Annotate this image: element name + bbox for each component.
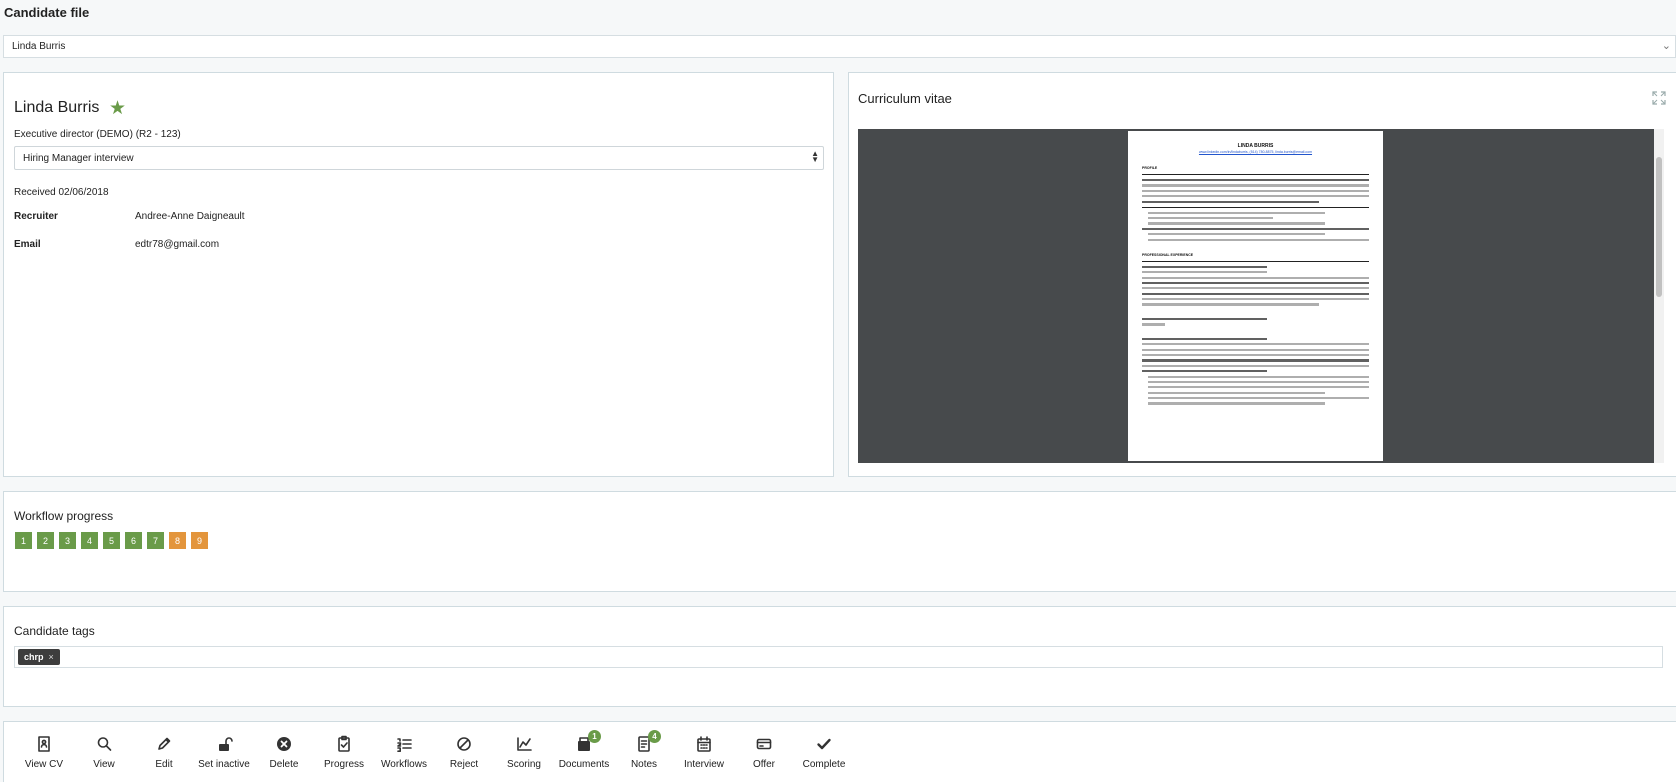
workflow-step-9[interactable]: 9: [191, 532, 208, 549]
cv-doc-name: LINDA BURRIS: [1237, 143, 1274, 149]
job-title: Executive director (DEMO) (R2 - 123): [14, 129, 181, 140]
tag-remove-icon[interactable]: ×: [49, 652, 54, 662]
chevron-down-icon: ⌄: [1661, 40, 1671, 52]
cv-icon: [38, 736, 50, 752]
tag-label: chrp: [24, 652, 44, 662]
search-icon: [97, 737, 112, 751]
tags-panel: Candidate tags chrp ×: [3, 606, 1676, 707]
offer-button[interactable]: Offer: [732, 722, 796, 782]
workflow-step-2[interactable]: 2: [37, 532, 54, 549]
edit-button[interactable]: Edit: [132, 722, 196, 782]
recruiter-label: Recruiter: [14, 211, 58, 222]
action-label: Delete: [269, 759, 299, 770]
pencil-icon: [158, 737, 171, 750]
workflow-step-1[interactable]: 1: [15, 532, 32, 549]
action-label: Notes: [630, 759, 658, 770]
workflow-step-8[interactable]: 8: [169, 532, 186, 549]
progress-button[interactable]: Progress: [312, 722, 376, 782]
action-label: Workflows: [381, 759, 427, 770]
email-label: Email: [14, 239, 41, 250]
action-label: Complete: [802, 759, 846, 770]
view-button[interactable]: View: [72, 722, 136, 782]
sort-arrows-icon: ▲ ▼: [811, 149, 819, 164]
email-value: edtr78@gmail.com: [135, 239, 220, 250]
notes-button[interactable]: 4 Notes: [612, 722, 676, 782]
cv-panel: Curriculum vitae LINDA BURRIS www.linked…: [848, 72, 1676, 477]
action-label: Offer: [752, 759, 776, 770]
star-icon[interactable]: ★: [109, 97, 126, 120]
action-label: Interview: [683, 759, 724, 770]
view-cv-button[interactable]: View CV: [12, 722, 76, 782]
workflow-step-7[interactable]: 7: [147, 532, 164, 549]
pdf-viewer-scroll-thumb[interactable]: [1656, 157, 1662, 297]
candidate-info-panel: Linda Burris ★ Executive director (DEMO)…: [3, 72, 834, 477]
action-label: Reject: [449, 759, 479, 770]
reject-button[interactable]: Reject: [432, 722, 496, 782]
workflow-step-4[interactable]: 4: [81, 532, 98, 549]
calendar-icon: [697, 736, 711, 752]
action-label: Edit: [155, 759, 173, 770]
action-label: Scoring: [507, 759, 541, 770]
tags-input[interactable]: chrp ×: [14, 646, 1663, 668]
scoring-button[interactable]: Scoring: [492, 722, 556, 782]
list-icon: [397, 738, 412, 752]
card-icon: [756, 738, 772, 750]
close-circle-icon: [277, 737, 291, 751]
workflow-panel: Workflow progress 123456789: [3, 491, 1676, 592]
page-title: Candidate file: [4, 5, 90, 20]
workflow-step-6[interactable]: 6: [125, 532, 142, 549]
workflow-steps: 123456789: [15, 532, 208, 549]
unlock-icon: [219, 737, 233, 751]
workflow-title: Workflow progress: [14, 509, 114, 523]
check-icon: [817, 738, 831, 750]
chart-icon: [517, 737, 532, 751]
complete-button[interactable]: Complete: [792, 722, 856, 782]
action-label: Set inactive: [198, 759, 250, 770]
count-badge: 4: [648, 730, 661, 743]
cv-doc-heading-experience: PROFESSIONAL EXPERIENCE: [1142, 252, 1194, 257]
interview-button[interactable]: Interview: [672, 722, 736, 782]
cv-document-page: LINDA BURRIS www.linkedin.com/in/lindabu…: [1128, 131, 1383, 461]
count-badge: 1: [588, 730, 601, 743]
tag-chip: chrp ×: [18, 649, 60, 665]
documents-button[interactable]: 1 Documents: [552, 722, 616, 782]
pdf-viewer[interactable]: LINDA BURRIS www.linkedin.com/in/lindabu…: [858, 129, 1654, 463]
candidate-select[interactable]: Linda Burris ⌄: [3, 35, 1676, 58]
expand-icon[interactable]: [1652, 91, 1666, 105]
candidate-name: Linda Burris: [14, 99, 100, 116]
action-label: Progress: [323, 759, 364, 770]
pdf-viewer-scrollbar[interactable]: [1654, 129, 1664, 463]
cv-doc-heading-profile: PROFILE: [1142, 166, 1158, 170]
actions-toolbar: View CV View Edit Set inactive Delete Progres…: [3, 721, 1676, 782]
workflows-button[interactable]: Workflows: [372, 722, 436, 782]
workflow-step-3[interactable]: 3: [59, 532, 76, 549]
action-label: View: [93, 759, 115, 770]
cv-title: Curriculum vitae: [858, 91, 952, 106]
cv-doc-contact: www.linkedin.com/in/lindaburris, (514) 7…: [1198, 150, 1313, 154]
received-date: Received 02/06/2018: [14, 187, 109, 198]
action-label: Documents: [558, 759, 610, 770]
candidate-select-value: Linda Burris: [12, 41, 66, 52]
stage-select[interactable]: Hiring Manager interview ▲ ▼: [14, 146, 824, 170]
set-inactive-button[interactable]: Set inactive: [192, 722, 256, 782]
clipboard-check-icon: [338, 735, 350, 752]
recruiter-value: Andree-Anne Daigneault: [135, 211, 245, 222]
ban-icon: [457, 737, 471, 751]
tags-title: Candidate tags: [14, 624, 95, 638]
workflow-step-5[interactable]: 5: [103, 532, 120, 549]
stage-select-value: Hiring Manager interview: [23, 153, 134, 164]
action-label: View CV: [24, 759, 64, 770]
delete-button[interactable]: Delete: [252, 722, 316, 782]
